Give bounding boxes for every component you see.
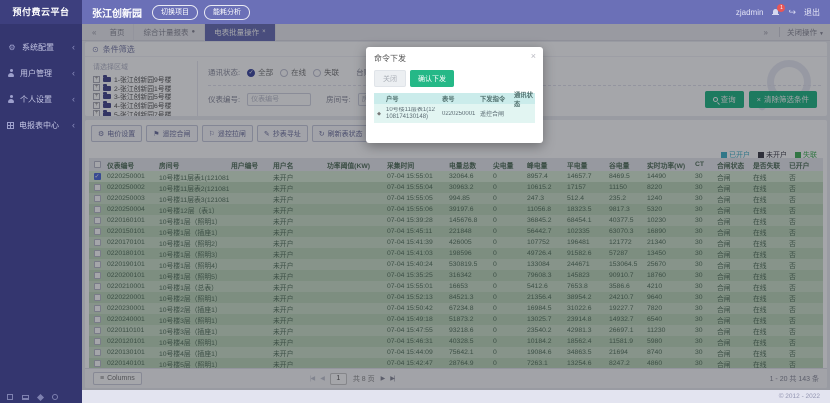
meter-cell: 0220250001 (440, 111, 478, 117)
sidebar-item-label: 个人设置 (20, 94, 52, 105)
modal-confirm-button[interactable]: 确认下发 (410, 70, 454, 87)
modal-header: 命令下发 × (366, 47, 543, 68)
sidebar: 预付费云平台 系统配置 ‹ 用户管理 ‹ 个人设置 ‹ 电报表中心 ‹ (0, 0, 82, 403)
brand-logo: 预付费云平台 (0, 0, 82, 24)
modal-cancel-button[interactable]: 关闭 (374, 70, 406, 87)
screen: 预付费云平台 系统配置 ‹ 用户管理 ‹ 个人设置 ‹ 电报表中心 ‹ 张江创新… (0, 0, 830, 403)
sidebar-item-person[interactable]: 个人设置 ‹ (0, 86, 82, 112)
modal-table-header: 户号表号下发指令通讯状态 (374, 93, 535, 104)
project-name: 张江创新园 (92, 5, 142, 20)
sidebar-item-user[interactable]: 用户管理 ‹ (0, 60, 82, 86)
modal-column-header: 户号 (384, 94, 440, 103)
sidebar-item-label: 用户管理 (20, 68, 52, 79)
chevron-left-icon: ‹ (72, 94, 75, 104)
logout-button[interactable]: 退出 (804, 7, 820, 18)
modal-column-header: 表号 (440, 94, 478, 103)
dock-circle-icon[interactable] (52, 394, 58, 400)
command-dispatch-modal: 命令下发 × 关闭 确认下发 户号表号下发指令通讯状态 ◆ 10号楼11层表1(… (366, 47, 543, 143)
gear-icon (7, 43, 17, 52)
person-icon (7, 95, 15, 103)
dock-square-icon[interactable] (7, 394, 13, 400)
modal-column-header: 通讯状态 (512, 90, 535, 108)
sidebar-item-label: 电报表中心 (19, 120, 59, 131)
sidebar-item-grid[interactable]: 电报表中心 ‹ (0, 112, 82, 138)
sidebar-menu: 系统配置 ‹ 用户管理 ‹ 个人设置 ‹ 电报表中心 ‹ (0, 34, 82, 138)
chevron-left-icon: ‹ (72, 42, 75, 52)
sidebar-item-label: 系统配置 (22, 42, 54, 53)
energy-analysis-button[interactable]: 能耗分析 (204, 5, 250, 20)
chevron-left-icon: ‹ (72, 68, 75, 78)
chevron-left-icon: ‹ (72, 120, 75, 130)
modal-table-row: ◆ 10号楼11层表1(12108174130148) 0220250001 遥… (374, 104, 535, 123)
modal-table: 户号表号下发指令通讯状态 ◆ 10号楼11层表1(12108174130148)… (374, 93, 535, 123)
topbar: 张江创新园 切换项目 能耗分析 zjadmin 1 ↪ 退出 (82, 0, 830, 24)
dock-monitor-icon[interactable] (22, 395, 29, 400)
notification-bell[interactable]: 1 (771, 8, 780, 17)
sidebar-dock (7, 394, 58, 400)
logout-icon: ↪ (788, 7, 796, 18)
modal-column-header: 下发指令 (478, 94, 512, 103)
account-cell: 10号楼11层表1(12108174130148) (384, 107, 440, 121)
sidebar-item-gear[interactable]: 系统配置 ‹ (0, 34, 82, 60)
command-cell: 遥控合闸 (478, 109, 512, 118)
username: zjadmin (736, 8, 764, 17)
modal-title: 命令下发 (374, 54, 406, 63)
dock-diamond-icon[interactable] (37, 393, 44, 400)
user-area: zjadmin 1 ↪ 退出 (736, 7, 820, 18)
modal-buttons: 关闭 确认下发 (366, 68, 543, 92)
notification-badge: 1 (777, 4, 785, 12)
grid-icon (7, 122, 14, 129)
user-icon (7, 69, 15, 77)
switch-project-button[interactable]: 切换项目 (152, 5, 198, 20)
modal-close-icon[interactable]: × (531, 51, 536, 61)
footer-copyright: © 2012 - 2022 (82, 390, 830, 403)
row-bullet-icon: ◆ (374, 111, 384, 117)
